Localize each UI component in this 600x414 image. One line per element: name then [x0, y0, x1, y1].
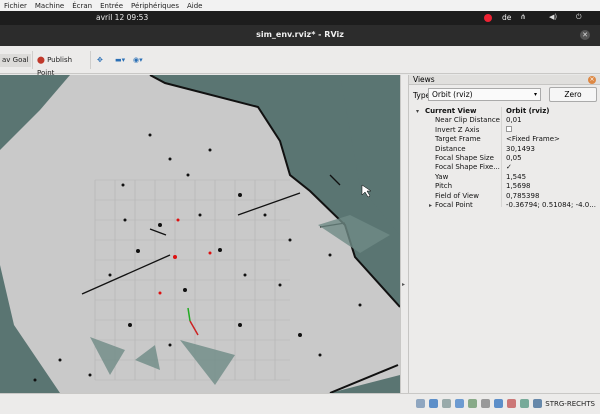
property-value[interactable]: 0,01 — [506, 116, 598, 125]
tree-row[interactable]: Field of View 0,785398 — [413, 192, 600, 201]
window-titlebar: sim_env.rviz* - RViz ✕ — [0, 25, 600, 46]
render-viewport[interactable] — [0, 75, 400, 393]
record-icon[interactable] — [484, 14, 492, 22]
nav-goal-label: av Goal — [2, 56, 29, 64]
zero-button[interactable]: Zero — [549, 87, 597, 102]
property-key: Field of View — [435, 191, 479, 200]
display-icon[interactable] — [494, 399, 503, 408]
tree-row[interactable]: Target Frame <Fixed Frame> — [413, 135, 600, 144]
menu-machine[interactable]: Machine — [35, 2, 64, 10]
tree-row[interactable]: Yaw 1,545 — [413, 173, 600, 182]
property-key: Invert Z Axis — [435, 125, 480, 134]
collapse-arrow-icon[interactable]: ▸ — [402, 281, 405, 288]
host-statusbar: STRG-RECHTS — [0, 393, 600, 414]
disk-icon[interactable] — [416, 399, 425, 408]
property-value[interactable]: 1,545 — [506, 173, 598, 182]
property-value[interactable]: 0,785398 — [506, 192, 598, 201]
property-key: Focal Point — [435, 200, 473, 209]
audio-icon[interactable] — [442, 399, 451, 408]
clock[interactable]: avril 12 09:53 — [96, 13, 148, 22]
shared-folder-icon[interactable] — [481, 399, 490, 408]
tree-row-focal-point[interactable]: ▸ Focal Point -0.36794; 0.51084; -4.0... — [413, 201, 600, 210]
close-icon[interactable]: ✕ — [580, 30, 590, 40]
chevron-down-icon: ▾ — [533, 91, 537, 98]
toolbar-divider — [32, 51, 33, 69]
property-value[interactable]: -0.36794; 0.51084; -4.0... — [506, 201, 598, 210]
expand-right-icon[interactable]: ▸ — [429, 201, 432, 210]
network-icon[interactable]: ⋔ — [520, 13, 526, 21]
menu-entree[interactable]: Entrée — [100, 2, 123, 10]
power-icon[interactable]: ⏻ — [576, 13, 582, 22]
property-key: Distance — [435, 144, 466, 153]
close-panel-icon[interactable]: × — [588, 76, 596, 84]
property-value: Orbit (rviz) — [506, 107, 550, 115]
view-properties-tree: ▾ Current View Orbit (rviz) Near Clip Di… — [413, 107, 600, 210]
host-menubar: Fichier Machine Écran Entrée Périphériqu… — [0, 0, 600, 11]
toolbar-divider — [90, 51, 91, 69]
property-key: Target Frame — [435, 135, 481, 144]
property-value[interactable]: 30,1493 — [506, 145, 598, 154]
property-key: Near Clip Distance — [435, 116, 500, 125]
views-panel-title: Views — [413, 75, 435, 84]
property-key: Yaw — [435, 172, 449, 181]
recording-icon[interactable] — [507, 399, 516, 408]
panel-splitter[interactable]: ▸ — [400, 75, 408, 393]
mouse-integration-icon[interactable] — [533, 399, 542, 408]
tree-row[interactable]: Near Clip Distance 0,01 — [413, 116, 600, 125]
focus-camera-icon[interactable]: ◉▾ — [133, 54, 143, 67]
network-adapter-icon[interactable] — [455, 399, 464, 408]
views-panel: Views × Type: Orbit (rviz) ▾ Zero ▾ Curr… — [408, 75, 600, 393]
tool-toolbar: av Goal ⬤ Publish Point ✥ ▬▾ ◉▾ — [0, 46, 600, 77]
tree-row-current-view[interactable]: ▾ Current View Orbit (rviz) — [413, 107, 600, 116]
property-key: Focal Shape Fixe... — [435, 163, 500, 172]
view-type-value: Orbit (rviz) — [432, 90, 473, 99]
property-key: Current View — [425, 107, 477, 115]
optical-icon[interactable] — [429, 399, 438, 408]
view-type-select[interactable]: Orbit (rviz) ▾ — [428, 88, 541, 101]
language-indicator[interactable]: de — [502, 13, 511, 22]
window-title: sim_env.rviz* - RViz — [256, 30, 344, 39]
tree-row[interactable]: Invert Z Axis — [413, 125, 600, 135]
move-camera-icon[interactable]: ✥ — [97, 54, 103, 67]
map-unknown-region-right — [340, 75, 400, 235]
property-value[interactable]: 0,05 — [506, 154, 598, 163]
select-icon[interactable]: ▬▾ — [115, 54, 125, 67]
tree-row[interactable]: Focal Shape Fixe... ✓ — [413, 163, 600, 172]
cpu-icon[interactable] — [520, 399, 529, 408]
expand-down-icon[interactable]: ▾ — [416, 107, 419, 116]
top-panel: avril 12 09:53 de ⋔ ◀) ⏻ — [0, 11, 600, 25]
menu-ecran[interactable]: Écran — [72, 2, 92, 10]
map-canvas[interactable] — [0, 75, 400, 393]
pin-icon: ⬤ — [37, 56, 45, 64]
property-key: Focal Shape Size — [435, 153, 494, 162]
tree-row[interactable]: Pitch 1,5698 — [413, 182, 600, 191]
focal-shape-fixed-checkbox[interactable]: ✓ — [506, 163, 598, 172]
volume-icon[interactable]: ◀) — [549, 13, 557, 21]
menu-fichier[interactable]: Fichier — [4, 2, 27, 10]
views-panel-header: Views × — [409, 75, 600, 85]
invert-z-checkbox[interactable] — [506, 125, 598, 135]
usb-icon[interactable] — [468, 399, 477, 408]
host-key-label: STRG-RECHTS — [545, 400, 595, 408]
nav-goal-button[interactable]: av Goal — [0, 54, 31, 67]
menu-peripheriques[interactable]: Périphériques — [131, 2, 179, 10]
property-value[interactable]: <Fixed Frame> — [506, 135, 598, 144]
tree-row[interactable]: Distance 30,1493 — [413, 145, 600, 154]
property-key: Pitch — [435, 182, 453, 191]
property-value[interactable]: 1,5698 — [506, 182, 598, 191]
tree-row[interactable]: Focal Shape Size 0,05 — [413, 154, 600, 163]
menu-aide[interactable]: Aide — [187, 2, 202, 10]
publish-point-button[interactable]: ⬤ Publish Point — [37, 54, 87, 77]
view-type-row: Type: Orbit (rviz) ▾ Zero — [409, 85, 600, 105]
